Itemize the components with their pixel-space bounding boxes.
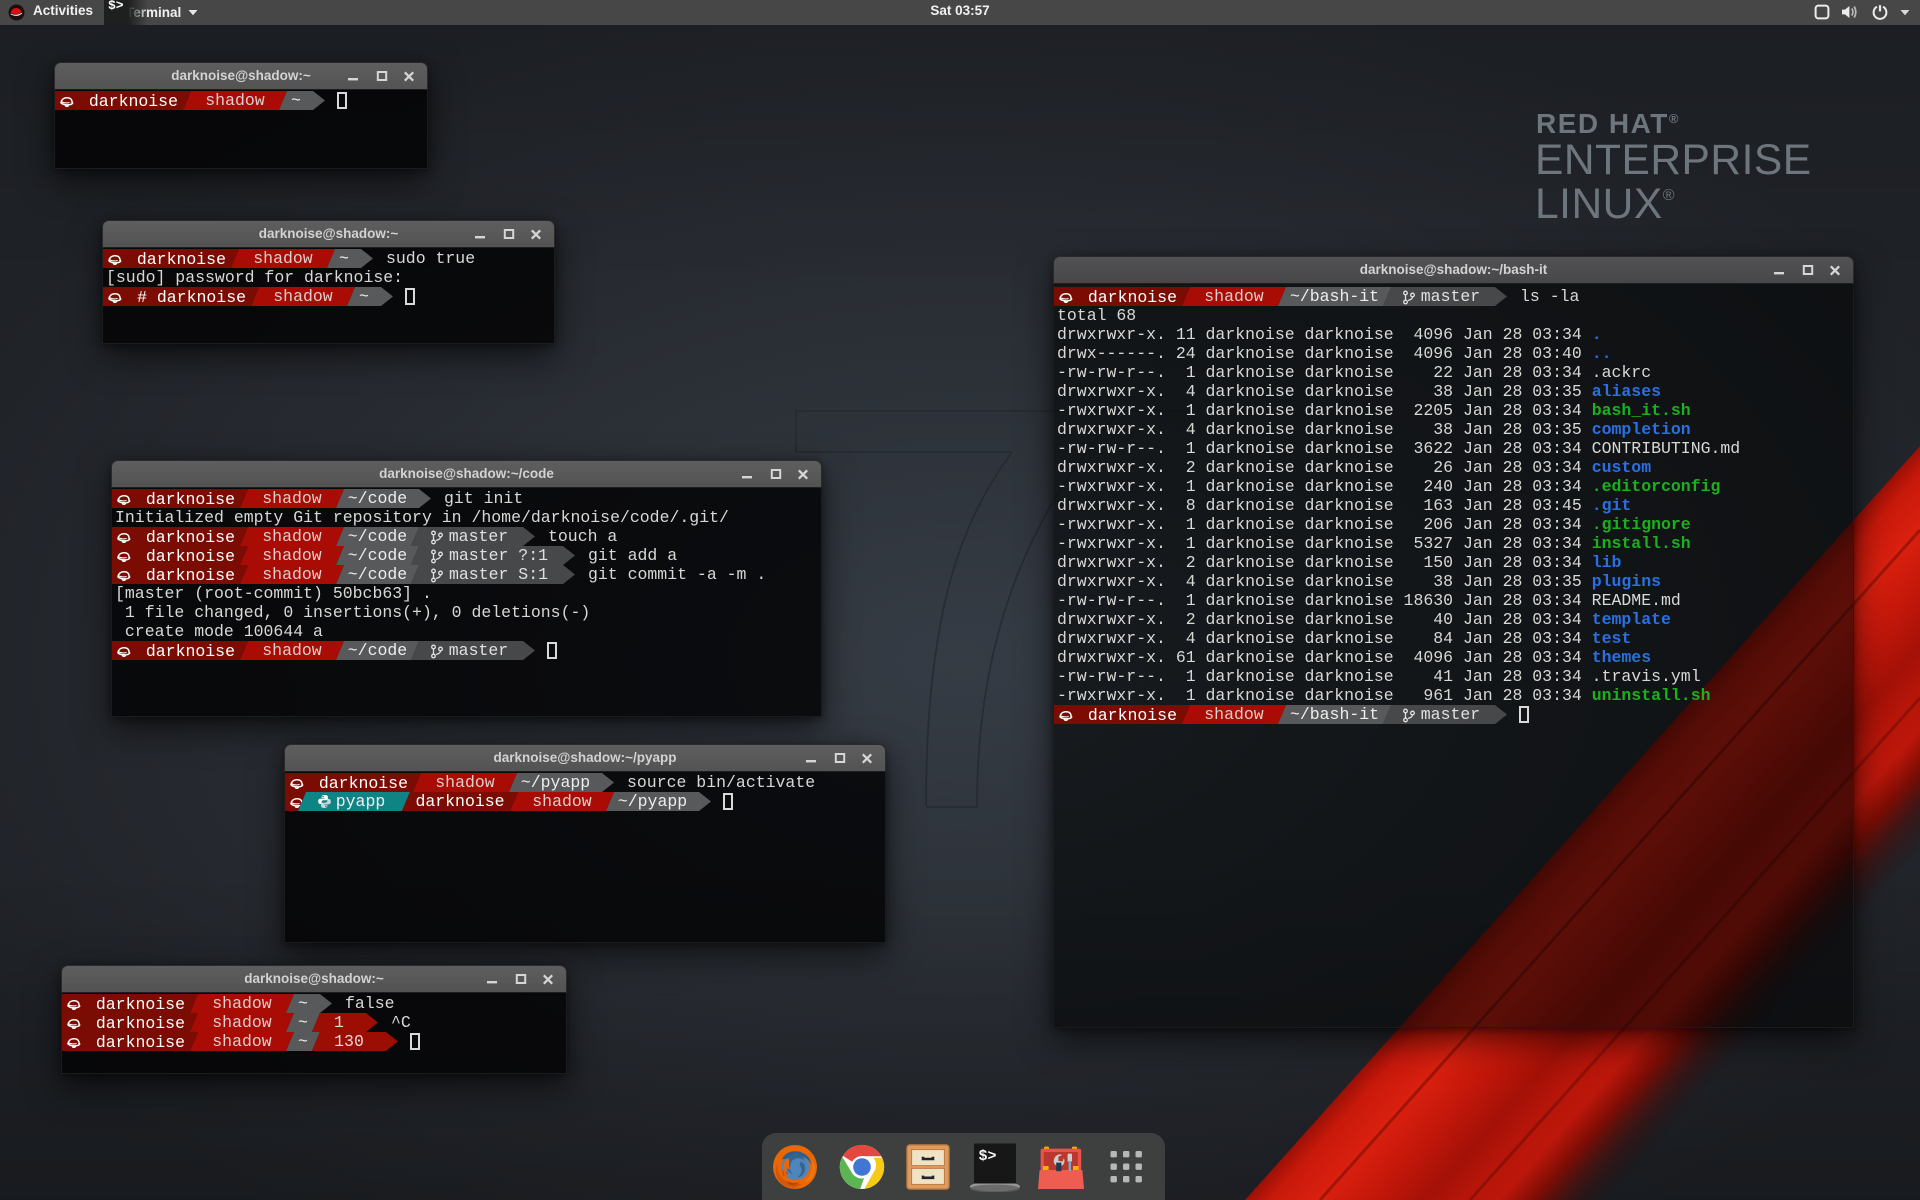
svg-text:RED HAT®: RED HAT®	[1536, 108, 1680, 139]
svg-text:$>: $>	[979, 1148, 997, 1165]
svg-text:ENTERPRISE: ENTERPRISE	[1535, 137, 1812, 184]
svg-text:LINUX®: LINUX®	[1535, 181, 1675, 228]
